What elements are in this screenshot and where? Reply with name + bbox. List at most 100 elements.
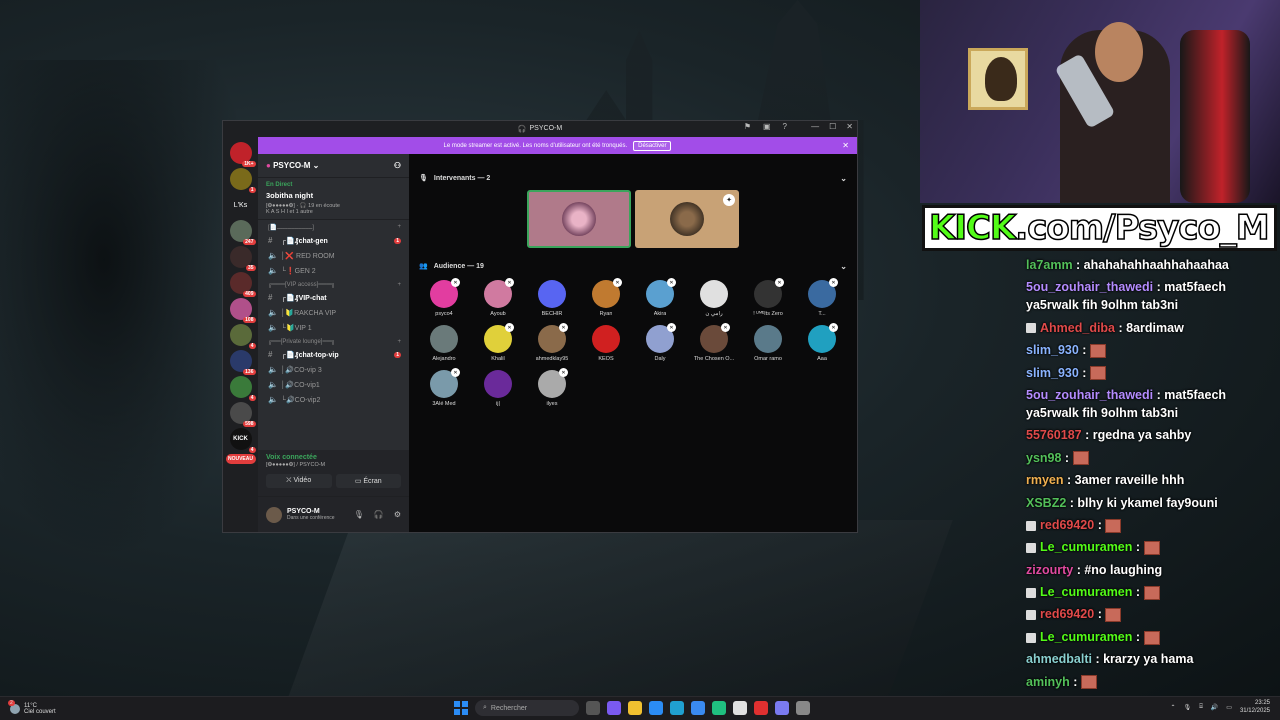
audience-member[interactable]: ✕ Akira — [633, 278, 687, 317]
inbox-icon[interactable]: ⚑ — [744, 122, 751, 131]
channel-category[interactable]: ╔══[Private lounge]══╗ + — [258, 335, 409, 347]
chat-username[interactable]: la7amm — [1026, 258, 1073, 272]
audience-member[interactable]: ij| — [471, 370, 525, 407]
chat-username[interactable]: zizourty — [1026, 563, 1073, 577]
audience-member[interactable]: ✕ Khalil — [471, 323, 525, 362]
audience-member[interactable]: ✕ ahmedklay95 — [525, 323, 579, 362]
chat-username[interactable]: 5ou_zouhair_thawedi — [1026, 388, 1153, 402]
voice-channel[interactable]: 🔈 └🔊CO-vip2 — [258, 392, 409, 407]
taskbar-app-icon[interactable] — [733, 701, 747, 715]
channel-category[interactable]: ╔═══[VIP access]═══╗ + — [258, 278, 409, 290]
voice-channel[interactable]: 🔈 │🔊CO-vip 3 — [258, 362, 409, 377]
server-icon[interactable]: 108 — [229, 298, 256, 323]
close-window-button[interactable]: ✕ — [846, 122, 853, 131]
add-channel-icon[interactable]: + — [397, 339, 401, 345]
voice-channel[interactable]: 🔈 │❌ RED ROOM — [258, 248, 409, 263]
voice-channel[interactable]: 🔈 │🔊CO-vip1 — [258, 377, 409, 392]
minimize-button[interactable]: — — [811, 122, 819, 131]
audience-member[interactable]: KEOS — [579, 325, 633, 362]
mic-tray-icon[interactable]: 🎙 — [1184, 704, 1192, 711]
taskbar-app-icon[interactable] — [586, 701, 600, 715]
text-channel[interactable]: # ┌📄₰chat-top-vip 1 — [258, 347, 409, 362]
chat-username[interactable]: 55760187 — [1026, 428, 1082, 442]
network-icon[interactable]: ⌸ — [1199, 704, 1203, 711]
audience-member[interactable]: ✕ T... — [795, 278, 849, 317]
server-icon[interactable]: L'Ks — [230, 194, 252, 216]
server-icon[interactable]: 409 — [229, 272, 256, 297]
audience-member[interactable]: ✕ Aaa — [795, 323, 849, 362]
chat-username[interactable]: aminyh — [1026, 675, 1070, 689]
server-icon[interactable]: 4 — [229, 324, 256, 349]
audience-member[interactable]: ✕ Ryan — [579, 278, 633, 317]
chat-username[interactable]: ysn98 — [1026, 451, 1061, 465]
audience-member[interactable]: ✕ 3Alé Med — [417, 368, 471, 407]
chat-username[interactable]: slim_930 — [1026, 366, 1079, 380]
audience-member[interactable]: BECHIR — [525, 280, 579, 317]
video-button[interactable]: ⛌ Vidéo — [266, 474, 332, 488]
text-channel[interactable]: # ┌📄₰chat-gen 1 — [258, 233, 409, 248]
help-icon[interactable]: ? — [783, 122, 787, 131]
voice-channel[interactable]: 🔈 │🔰RAKCHA VIP — [258, 305, 409, 320]
chat-username[interactable]: slim_930 — [1026, 343, 1079, 357]
chat-username[interactable]: Le_cumuramen — [1040, 630, 1132, 644]
chat-username[interactable]: ahmedbalti — [1026, 652, 1092, 666]
speaker-tile[interactable] — [527, 190, 631, 248]
text-channel[interactable]: # ┌📄₰VIP-chat — [258, 290, 409, 305]
mic-icon[interactable]: 🎙 — [354, 510, 364, 519]
audience-member[interactable]: ✕ psyco4 — [417, 278, 471, 317]
taskbar-app-icon[interactable] — [670, 701, 684, 715]
server-icon[interactable]: 136 — [229, 350, 256, 375]
screen-share-button[interactable]: ▭ Écran — [335, 474, 401, 488]
chevron-up-icon[interactable]: ⌃ — [1171, 704, 1176, 711]
channel-category[interactable]: [📄ــــــــــــــــــــ] + — [258, 220, 409, 233]
taskbar-app-icon[interactable] — [607, 701, 621, 715]
chat-username[interactable]: rmyen — [1026, 473, 1064, 487]
new-badge[interactable]: NOUVEAU — [225, 454, 256, 464]
server-icon[interactable]: 4 — [229, 376, 256, 401]
taskbar-app-icon[interactable] — [796, 701, 810, 715]
headset-icon[interactable]: 🎧 — [374, 510, 384, 519]
taskbar-app-icon[interactable] — [649, 701, 663, 715]
speaker-tile[interactable]: ✦ — [635, 190, 739, 248]
taskbar-app-icon[interactable] — [691, 701, 705, 715]
taskbar-app-icon[interactable] — [754, 701, 768, 715]
chat-username[interactable]: XSBZ2 — [1026, 496, 1066, 510]
chat-username[interactable]: Le_cumuramen — [1040, 540, 1132, 554]
avatar[interactable] — [266, 506, 282, 523]
taskbar-app-icon[interactable] — [712, 701, 726, 715]
audience-member[interactable]: رامي ن — [687, 280, 741, 317]
audience-member[interactable]: ✕ Ayoub — [471, 278, 525, 317]
add-member-icon[interactable]: ⚇ — [394, 161, 401, 170]
chat-username[interactable]: red69420 — [1040, 518, 1094, 532]
chat-username[interactable]: 5ou_zouhair_thawedi — [1026, 280, 1153, 294]
server-icon[interactable]: KICK 4 — [229, 428, 256, 453]
taskbar-app-icon[interactable] — [628, 701, 642, 715]
audience-member[interactable]: Alejandro — [417, 325, 471, 362]
audience-header[interactable]: 👥 Audience — 19 ⌄ — [419, 256, 847, 276]
server-header[interactable]: ● PSYCO-M ⌄ ⚇ — [258, 154, 409, 178]
battery-icon[interactable]: ▭ — [1226, 704, 1232, 711]
server-icon[interactable]: 35 — [229, 246, 256, 271]
voice-channel[interactable]: 🔈 └🔰VIP 1 — [258, 320, 409, 335]
weather-widget[interactable]: 2 11°C Ciel couvert — [8, 699, 56, 715]
voice-channel[interactable]: 🔈 └❗GEN 2 — [258, 263, 409, 278]
server-icon[interactable]: 598 — [229, 402, 256, 427]
speakers-header[interactable]: 🎙 Intervenants — 2 ⌄ — [419, 168, 847, 188]
settings-gear-icon[interactable]: ⚙ — [394, 510, 401, 519]
audience-member[interactable]: ✕ Daly — [633, 323, 687, 362]
screen-icon[interactable]: ▣ — [763, 122, 771, 131]
chevron-down-icon[interactable]: ⌄ — [840, 174, 847, 183]
disable-streamer-button[interactable]: Désactiver — [633, 140, 672, 151]
chat-username[interactable]: Le_cumuramen — [1040, 585, 1132, 599]
audience-member[interactable]: Omar ramo — [741, 325, 795, 362]
server-icon[interactable]: 1K+ — [229, 142, 256, 167]
audience-member[interactable]: ✕ ilyes — [525, 368, 579, 407]
live-event[interactable]: En Direct 3obitha night [❂●●●●●❂] · 🎧 19… — [258, 178, 409, 220]
start-button[interactable] — [454, 701, 468, 715]
chat-username[interactable]: Ahmed_diba — [1040, 321, 1115, 335]
chevron-down-icon[interactable]: ⌄ — [840, 262, 847, 271]
chat-username[interactable]: red69420 — [1040, 607, 1094, 621]
maximize-button[interactable]: ☐ — [829, 122, 836, 131]
add-channel-icon[interactable]: + — [397, 282, 401, 288]
audience-member[interactable]: ✕ The Chosen O... — [687, 323, 741, 362]
